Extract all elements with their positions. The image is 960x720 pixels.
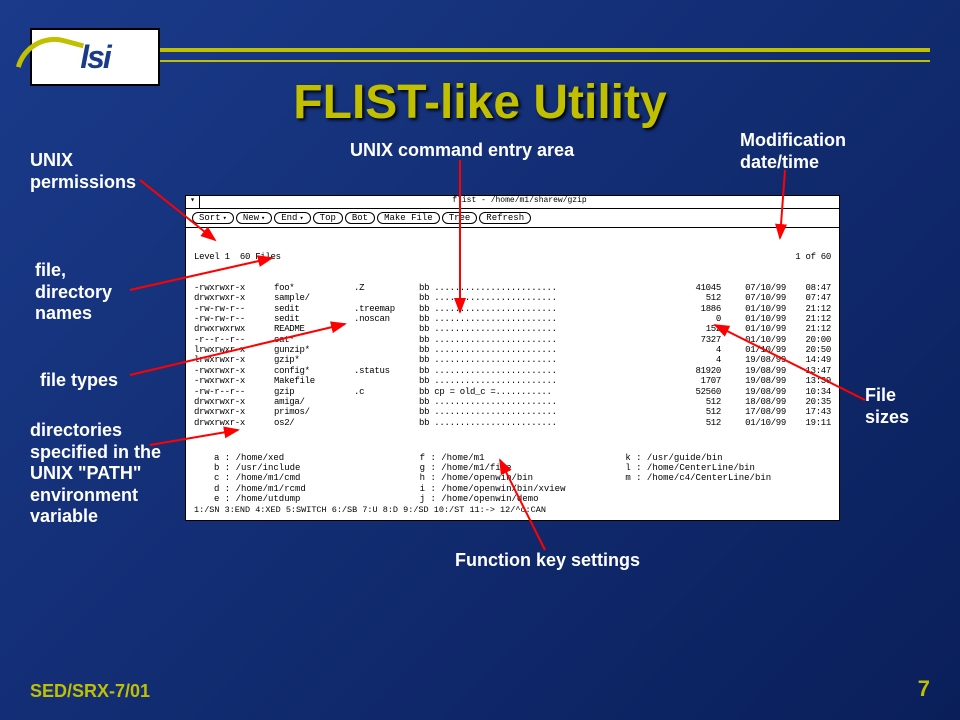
path-entry: l : /home/CenterLine/bin [625,463,831,473]
file-row[interactable]: -rw-rw-r--sedit.noscanbb ...............… [194,314,831,324]
path-entry: g : /home/m1/file [420,463,626,473]
file-row[interactable]: drwxrwxr-xsample/bb ....................… [194,293,831,303]
path-entry: m : /home/c4/CenterLine/bin [625,473,831,483]
file-row[interactable]: drwxrwxr-xamiga/bb .....................… [194,397,831,407]
file-row[interactable]: -r--r--r--cat*bb .......................… [194,335,831,345]
file-row[interactable]: drwxrwxr-xos2/bb .......................… [194,418,831,428]
path-entry: k : /usr/guide/bin [625,453,831,463]
footer-right: 7 [918,676,930,702]
label-names: file, directory names [35,260,135,325]
window-title: flist - /home/m1/sharew/gzip [200,196,839,208]
file-row[interactable]: lrwxrwxr-xgzip*bb ......................… [194,355,831,365]
path-entry: e : /home/utdump [214,494,420,504]
path-list: a : /home/xedb : /usr/includec : /home/m… [186,449,839,505]
toolbar-btn-make-file[interactable]: Make File [377,212,440,224]
toolbar-btn-sort[interactable]: Sort [192,212,234,224]
label-path: directories specified in the UNIX "PATH"… [30,420,190,528]
path-entry: f : /home/m1 [420,453,626,463]
file-row[interactable]: -rw-rw-r--sedit.treemapbb ..............… [194,304,831,314]
file-row[interactable]: lrwxrwxr-xgunzip*bb ....................… [194,345,831,355]
label-filesize: File sizes [865,385,935,428]
path-entry: j : /home/openwin/demo [420,494,626,504]
file-list: Level 1 60 Files 1 of 60 -rwxrwxr-xfoo*.… [186,228,839,448]
file-row[interactable]: drwxrwxrwxREADMEbb .....................… [194,324,831,334]
function-keys: 1:/SN 3:END 4:XED 5:SWITCH 6:/SB 7:U 8:D… [186,504,839,516]
label-command-area: UNIX command entry area [350,140,574,162]
divider-thick [30,48,930,52]
header-right: 1 of 60 [795,252,831,262]
file-row[interactable]: -rw-r--r--gzip.cbb cp = old_c =.........… [194,387,831,397]
toolbar: SortNewEndTopBotMake FileTreeRefresh [186,209,839,228]
path-entry: c : /home/m1/cmd [214,473,420,483]
file-row[interactable]: -rwxrwxr-xfoo*.Zbb .....................… [194,283,831,293]
toolbar-btn-end[interactable]: End [274,212,310,224]
toolbar-btn-new[interactable]: New [236,212,272,224]
file-row[interactable]: -rwxrwxr-xMakefilebb ...................… [194,376,831,386]
logo-text: lsi [80,39,110,76]
header-left: Level 1 60 Files [194,252,795,262]
divider-thin [30,60,930,62]
flist-window: ▾ flist - /home/m1/sharew/gzip SortNewEn… [185,195,840,521]
toolbar-btn-tree[interactable]: Tree [442,212,478,224]
path-entry: a : /home/xed [214,453,420,463]
toolbar-btn-refresh[interactable]: Refresh [479,212,531,224]
toolbar-btn-top[interactable]: Top [313,212,343,224]
toolbar-btn-bot[interactable]: Bot [345,212,375,224]
path-entry: i : /home/openwin/bin/xview [420,484,626,494]
window-titlebar: ▾ flist - /home/m1/sharew/gzip [186,196,839,209]
label-modtime: Modification date/time [740,130,870,173]
label-fkeys: Function key settings [455,550,640,572]
file-row[interactable]: drwxrwxr-xprimos/bb ....................… [194,407,831,417]
window-menu-icon[interactable]: ▾ [186,196,200,208]
path-entry: h : /home/openwin/bin [420,473,626,483]
label-types: file types [40,370,118,392]
path-entry: d : /home/m1/rcmd [214,484,420,494]
path-entry: b : /usr/include [214,463,420,473]
footer-left: SED/SRX-7/01 [30,681,150,702]
label-permissions: UNIX permissions [30,150,150,193]
file-row[interactable]: -rwxrwxr-xconfig*.statusbb .............… [194,366,831,376]
